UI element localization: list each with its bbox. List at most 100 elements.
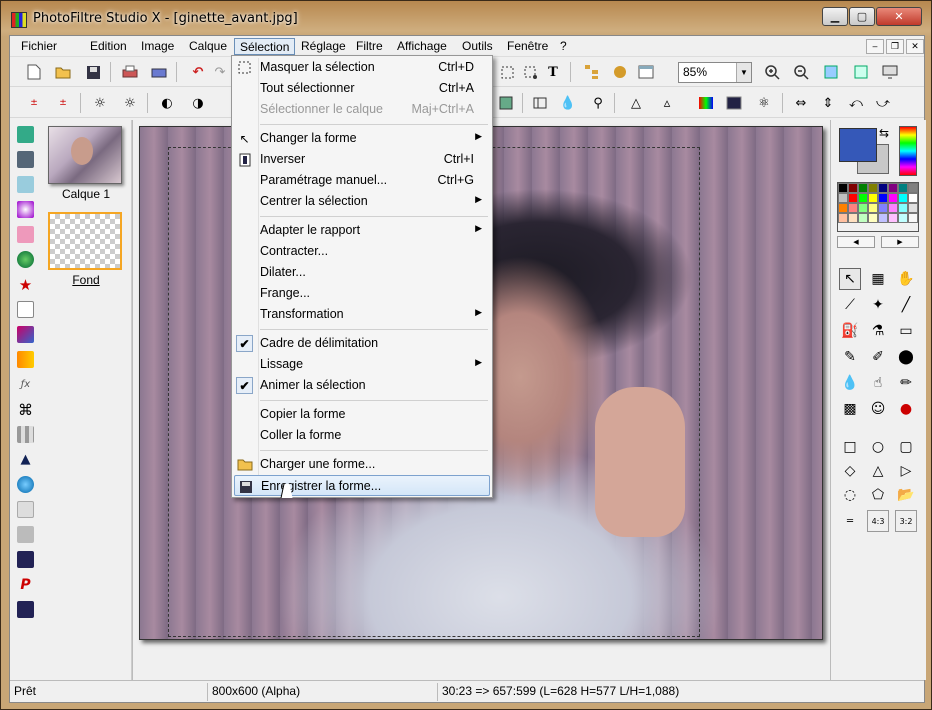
scan-icon[interactable] — [149, 62, 169, 82]
ellipse-shape-icon[interactable]: ○ — [867, 436, 889, 458]
palette-swatch[interactable] — [848, 203, 858, 213]
undo-icon[interactable]: ↶ — [188, 62, 208, 82]
menu-edition[interactable]: Edition — [85, 38, 132, 55]
palette-swatch[interactable] — [878, 203, 888, 213]
ratio-3-2-icon[interactable]: 3:2 — [895, 510, 917, 532]
hand-tool-icon[interactable]: ✋ — [895, 268, 917, 290]
zoom-in-icon[interactable] — [762, 62, 782, 82]
eyedropper-icon[interactable]: ⟋ — [839, 294, 861, 316]
menu-item-tout-selectionner[interactable]: Tout sélectionner Ctrl+A — [234, 78, 490, 99]
menu-image[interactable]: Image — [136, 38, 179, 55]
triangle-right-shape-icon[interactable]: ▷ — [895, 460, 917, 482]
fit-window-icon[interactable] — [851, 62, 871, 82]
diamond-shape-icon[interactable]: ◇ — [839, 460, 861, 482]
blur-drop-icon[interactable]: 💧 — [839, 372, 861, 394]
menu-filtre[interactable]: Filtre — [351, 38, 388, 55]
palette-swatch[interactable] — [838, 203, 848, 213]
palette-swatch[interactable] — [908, 203, 918, 213]
auto-levels-icon[interactable]: ± — [24, 93, 44, 113]
palette-next-button[interactable]: ▶ — [881, 236, 919, 248]
rectangle-shape-icon[interactable]: □ — [839, 436, 861, 458]
monitor-icon[interactable] — [17, 176, 34, 193]
palette-swatch[interactable] — [888, 183, 898, 193]
chevron-down-icon[interactable]: ▼ — [736, 63, 751, 82]
zoom-out-icon[interactable] — [791, 62, 811, 82]
palette-swatch[interactable] — [858, 183, 868, 193]
ratio-free-icon[interactable]: ═ — [839, 510, 861, 532]
glow-icon[interactable] — [17, 201, 34, 218]
gradient-icon[interactable] — [724, 93, 744, 113]
paint-bucket-icon[interactable]: ⛽ — [839, 320, 861, 342]
menu-item-dilater[interactable]: Dilater... — [234, 262, 490, 283]
plugin-icon[interactable] — [610, 62, 630, 82]
rect-select-icon[interactable] — [497, 62, 517, 82]
palette-swatch[interactable] — [868, 213, 878, 223]
palette-swatch[interactable] — [878, 213, 888, 223]
menu-calque[interactable]: Calque — [184, 38, 232, 55]
palette-swatch[interactable] — [848, 193, 858, 203]
command-icon[interactable]: ⌘ — [17, 401, 34, 419]
brush-icon[interactable]: ✎ — [839, 346, 861, 368]
function-icon[interactable]: ƒx — [17, 376, 34, 393]
strawberry-icon[interactable]: ● — [895, 398, 917, 420]
fullscreen-icon[interactable] — [880, 62, 900, 82]
menu-help[interactable]: ? — [555, 38, 572, 55]
palette-swatch[interactable] — [898, 203, 908, 213]
flip-horizontal-icon[interactable]: ⇔ — [791, 93, 811, 113]
palette-prev-button[interactable]: ◀ — [837, 236, 875, 248]
smudge-icon[interactable]: ☝ — [867, 372, 889, 394]
lasso-shape-icon[interactable]: ◌ — [839, 484, 861, 506]
close-button[interactable]: ✕ — [876, 7, 922, 26]
palette-swatch[interactable] — [838, 213, 848, 223]
film-icon[interactable] — [17, 151, 34, 168]
triangle-alt-icon[interactable]: ▵ — [657, 93, 677, 113]
foreground-color-swatch[interactable] — [839, 128, 877, 162]
menu-item-cadre-delimitation[interactable]: ✔ Cadre de délimitation — [234, 333, 490, 354]
menu-selection[interactable]: Sélection — [234, 38, 296, 55]
portrait-icon[interactable]: ☺ — [867, 398, 889, 420]
palette-swatch[interactable] — [898, 183, 908, 193]
brightness-minus-icon[interactable]: ☼ — [90, 93, 110, 113]
keyboard-icon[interactable] — [17, 526, 34, 543]
menu-affichage[interactable]: Affichage — [392, 38, 452, 55]
minimize-button[interactable]: ▁ — [822, 7, 848, 26]
menu-item-changer-forme[interactable]: ↖ Changer la forme ▶ — [234, 128, 490, 149]
palette-swatch[interactable] — [858, 193, 868, 203]
advanced-brush-icon[interactable]: ✐ — [867, 346, 889, 368]
mdi-restore-button[interactable]: ❐ — [886, 39, 904, 54]
print-icon[interactable] — [120, 62, 140, 82]
layer-label[interactable]: Fond — [42, 273, 130, 287]
triangle-filter-icon[interactable]: △ — [626, 93, 646, 113]
palette-swatch[interactable] — [908, 183, 918, 193]
camera-icon[interactable] — [17, 226, 34, 243]
palette-swatch[interactable] — [858, 213, 868, 223]
menu-reglage[interactable]: Réglage — [296, 38, 351, 55]
menu-item-contracter[interactable]: Contracter... — [234, 241, 490, 262]
open-shape-icon[interactable]: 📂 — [895, 484, 917, 506]
stamp-icon[interactable]: ⬤ — [895, 346, 917, 368]
menu-item-frange[interactable]: Frange... — [234, 283, 490, 304]
menu-item-copier-forme[interactable]: Copier la forme — [234, 404, 490, 425]
layer-label[interactable]: Calque 1 — [42, 187, 130, 201]
new-file-icon[interactable] — [24, 62, 44, 82]
menu-fenetre[interactable]: Fenêtre — [502, 38, 553, 55]
mosaic-icon[interactable] — [17, 426, 34, 443]
layer-manager-icon[interactable]: ▦ — [867, 268, 889, 290]
menu-item-transformation[interactable]: Transformation ▶ — [234, 304, 490, 325]
auto-contrast-icon[interactable]: ± — [53, 93, 73, 113]
deform-icon[interactable]: ▩ — [839, 398, 861, 420]
palette-swatch[interactable] — [858, 203, 868, 213]
mdi-close-button[interactable]: ✕ — [906, 39, 924, 54]
histogram-icon[interactable]: ▲ — [17, 451, 34, 468]
ratio-4-3-icon[interactable]: 4:3 — [867, 510, 889, 532]
menu-item-coller-forme[interactable]: Coller la forme — [234, 425, 490, 446]
palette-swatch[interactable] — [868, 183, 878, 193]
menu-item-charger-forme[interactable]: Charger une forme... — [234, 454, 490, 475]
sphere-icon[interactable] — [17, 476, 34, 493]
magic-wand-icon[interactable]: ✦ — [867, 294, 889, 316]
text-tool-icon[interactable]: T — [543, 62, 563, 82]
menu-fichier[interactable]: Fichier — [16, 38, 62, 55]
menu-item-parametrage-manuel[interactable]: Paramétrage manuel... Ctrl+G — [234, 170, 490, 191]
flip-vertical-icon[interactable]: ⇕ — [818, 93, 838, 113]
palette-swatch[interactable] — [848, 213, 858, 223]
